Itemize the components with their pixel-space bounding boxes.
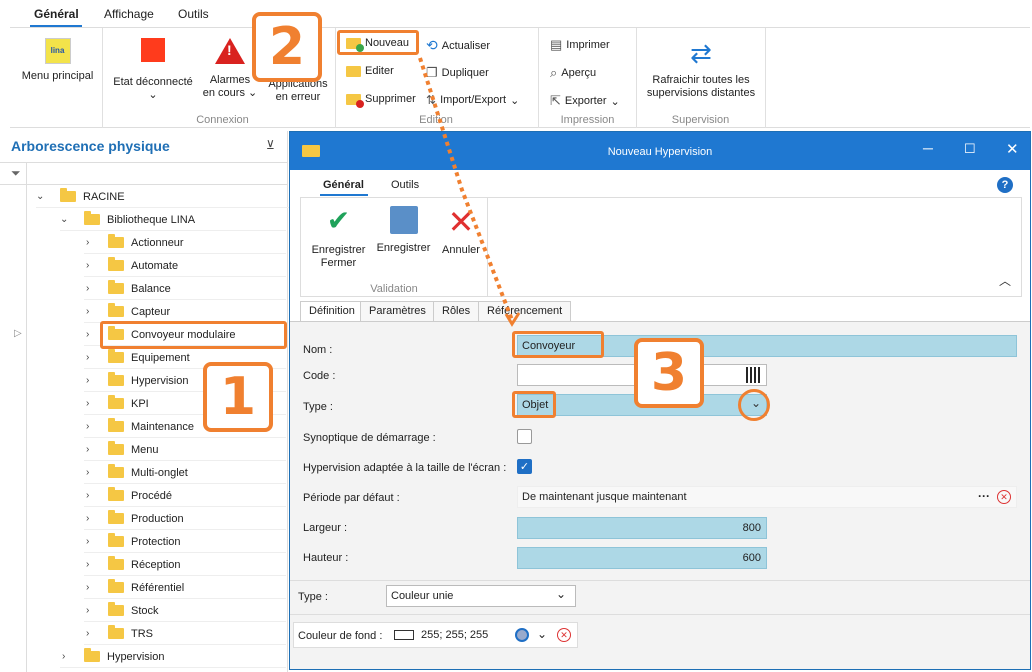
step-badge-1: 1 [203, 362, 273, 432]
arrow-overlay [418, 57, 521, 327]
step-badge-2: 2 [252, 12, 322, 82]
step-badge-3: 3 [634, 338, 704, 408]
